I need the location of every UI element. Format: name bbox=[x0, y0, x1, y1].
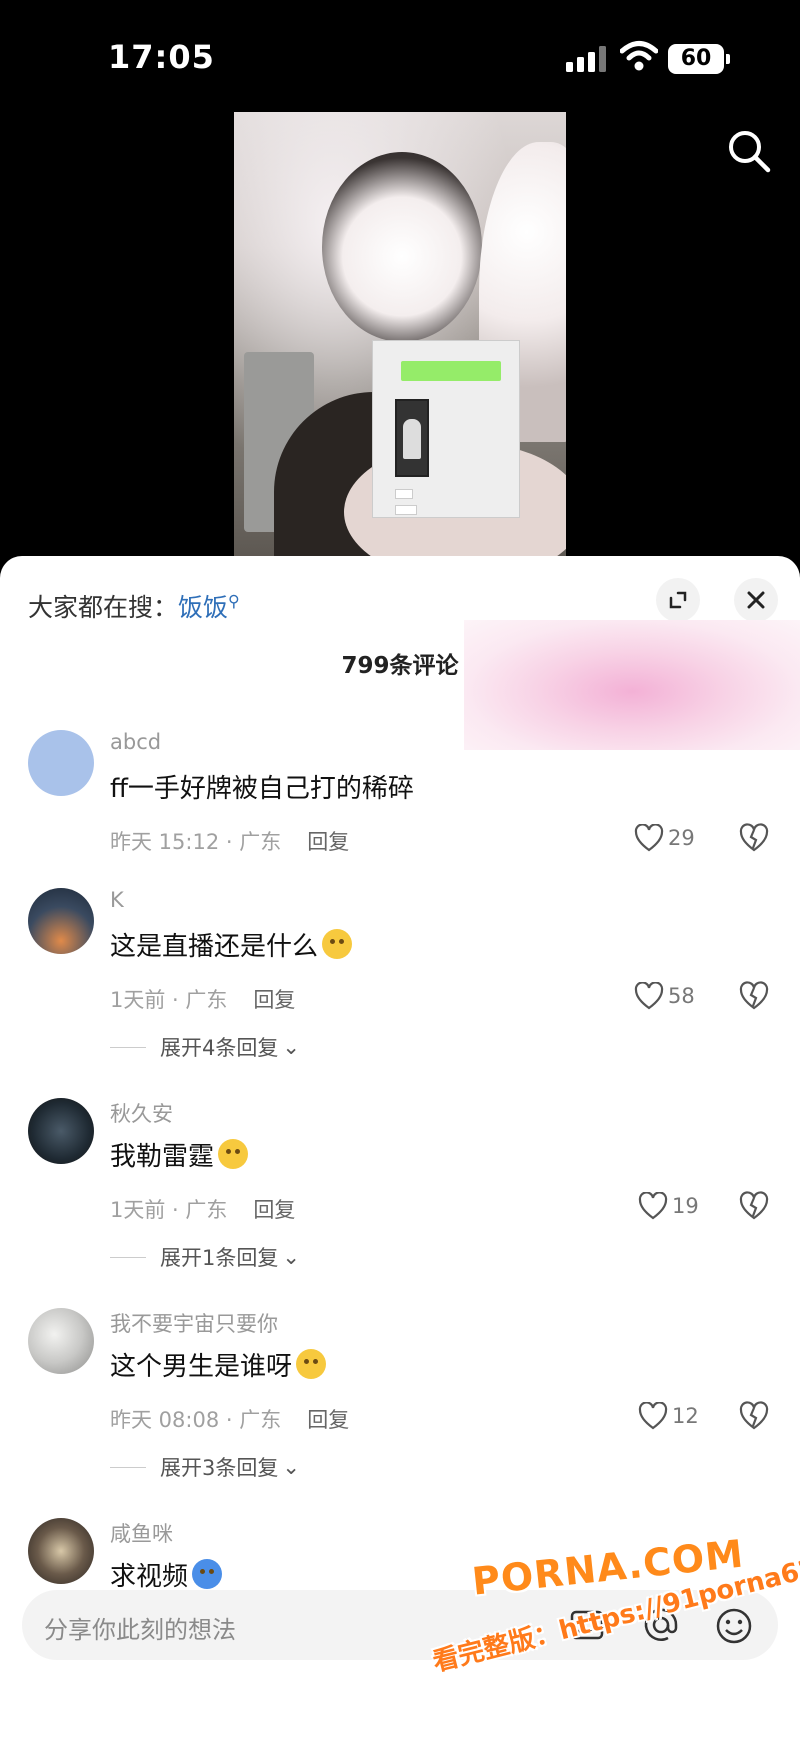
comment-meta: 昨天 08:08 · 广东 回复 bbox=[110, 1404, 349, 1434]
comment-author[interactable]: 咸鱼咪 bbox=[110, 1518, 173, 1548]
avatar[interactable] bbox=[28, 1098, 94, 1164]
chat-screenshot-overlay bbox=[372, 340, 520, 518]
wifi-icon bbox=[620, 41, 658, 71]
expand-divider bbox=[110, 1046, 146, 1048]
chevron-down-icon: ⌄ bbox=[282, 1035, 300, 1059]
like-button[interactable]: 12 bbox=[638, 1400, 699, 1432]
like-count: 12 bbox=[672, 1404, 699, 1428]
comment-meta: 1天前 · 广东 回复 bbox=[110, 1194, 295, 1224]
avatar[interactable] bbox=[28, 730, 94, 796]
like-count: 29 bbox=[668, 826, 695, 850]
reply-button[interactable]: 回复 bbox=[307, 830, 349, 854]
expand-icon bbox=[669, 591, 687, 609]
chat-image-thumb bbox=[395, 399, 429, 477]
comment-author[interactable]: 秋久安 bbox=[110, 1098, 173, 1128]
comment-time: 昨天 08:08 · 广东 bbox=[110, 1408, 282, 1432]
avatar[interactable] bbox=[28, 1308, 94, 1374]
blurred-overlay bbox=[464, 620, 800, 750]
video-player[interactable] bbox=[234, 112, 566, 558]
chevron-down-icon: ⌄ bbox=[282, 1245, 300, 1269]
emoji-icon[interactable] bbox=[714, 1606, 754, 1646]
comment-time: 1天前 · 广东 bbox=[110, 1198, 228, 1222]
avatar[interactable] bbox=[28, 1518, 94, 1584]
comment-text-content: 这是直播还是什么 bbox=[110, 932, 319, 962]
heart-icon bbox=[638, 1192, 668, 1220]
comment-text-content: 我勒雷霆 bbox=[110, 1142, 215, 1172]
search-icon[interactable] bbox=[726, 128, 772, 174]
comment-meta: 1天前 · 广东 回复 bbox=[110, 984, 295, 1014]
comment-author[interactable]: 我不要宇宙只要你 bbox=[110, 1308, 278, 1338]
close-icon bbox=[747, 591, 765, 609]
dislike-icon[interactable] bbox=[738, 980, 770, 1010]
chevron-down-icon: ⌄ bbox=[282, 1455, 300, 1479]
expand-replies-label: 展开3条回复 bbox=[160, 1456, 279, 1480]
like-button[interactable]: 19 bbox=[638, 1190, 699, 1222]
search-small-icon: ⚲ bbox=[228, 591, 240, 611]
reply-button[interactable]: 回复 bbox=[253, 988, 295, 1012]
heart-icon bbox=[634, 824, 664, 852]
signal-icon bbox=[566, 46, 606, 72]
chat-small-message bbox=[395, 489, 413, 499]
reply-button[interactable]: 回复 bbox=[253, 1198, 295, 1222]
like-count: 58 bbox=[668, 984, 695, 1008]
laughing-emoji-icon bbox=[218, 1139, 249, 1169]
comment-meta: 昨天 15:12 · 广东 回复 bbox=[110, 826, 349, 856]
hot-search[interactable]: 大家都在搜：饭饭⚲ bbox=[28, 588, 240, 624]
status-time: 17:05 bbox=[108, 38, 215, 76]
comment-text: ff一手好牌被自己打的稀碎 bbox=[110, 774, 414, 804]
comment-text-content: 求视频 bbox=[110, 1562, 189, 1592]
comment-text: 我勒雷霆 bbox=[110, 1136, 249, 1173]
comment-text: 求视频 bbox=[110, 1556, 223, 1593]
dislike-icon[interactable] bbox=[738, 822, 770, 852]
comment-time: 1天前 · 广东 bbox=[110, 988, 228, 1012]
reply-button[interactable]: 回复 bbox=[307, 1408, 349, 1432]
comment-author[interactable]: abcd bbox=[110, 730, 161, 754]
expand-replies-label: 展开4条回复 bbox=[160, 1036, 279, 1060]
comment-time: 昨天 15:12 · 广东 bbox=[110, 830, 282, 854]
shy-emoji-icon bbox=[296, 1349, 327, 1379]
hot-search-term[interactable]: 饭饭 bbox=[178, 593, 228, 622]
like-button[interactable]: 58 bbox=[634, 980, 695, 1012]
expand-replies-button[interactable]: 展开4条回复 ⌄ bbox=[110, 1032, 300, 1062]
status-bar: 17:05 60 bbox=[0, 0, 800, 110]
hot-search-prefix: 大家都在搜： bbox=[28, 593, 179, 622]
emoji-icon bbox=[192, 1559, 223, 1589]
chat-small-message bbox=[395, 505, 417, 515]
like-count: 19 bbox=[672, 1194, 699, 1218]
expand-replies-button[interactable]: 展开3条回复 ⌄ bbox=[110, 1452, 300, 1482]
expand-button[interactable] bbox=[656, 578, 700, 622]
like-button[interactable]: 29 bbox=[634, 822, 695, 854]
heart-icon bbox=[634, 982, 664, 1010]
chat-bubble bbox=[401, 361, 501, 381]
comment-text: 这是直播还是什么 bbox=[110, 926, 353, 963]
thinking-emoji-icon bbox=[322, 929, 353, 959]
comment-text-content: 这个男生是谁呀 bbox=[110, 1352, 293, 1382]
video-person-head bbox=[322, 152, 482, 342]
battery-indicator: 60 bbox=[668, 44, 730, 74]
comment-text: 这个男生是谁呀 bbox=[110, 1346, 327, 1383]
expand-divider bbox=[110, 1256, 146, 1258]
dislike-icon[interactable] bbox=[738, 1190, 770, 1220]
dislike-icon[interactable] bbox=[738, 1400, 770, 1430]
expand-replies-label: 展开1条回复 bbox=[160, 1246, 279, 1270]
avatar[interactable] bbox=[28, 888, 94, 954]
comment-input[interactable]: 分享你此刻的想法 bbox=[44, 1610, 236, 1645]
comment-author[interactable]: K bbox=[110, 888, 124, 912]
heart-icon bbox=[638, 1402, 668, 1430]
expand-divider bbox=[110, 1466, 146, 1468]
close-button[interactable] bbox=[734, 578, 778, 622]
expand-replies-button[interactable]: 展开1条回复 ⌄ bbox=[110, 1242, 300, 1272]
